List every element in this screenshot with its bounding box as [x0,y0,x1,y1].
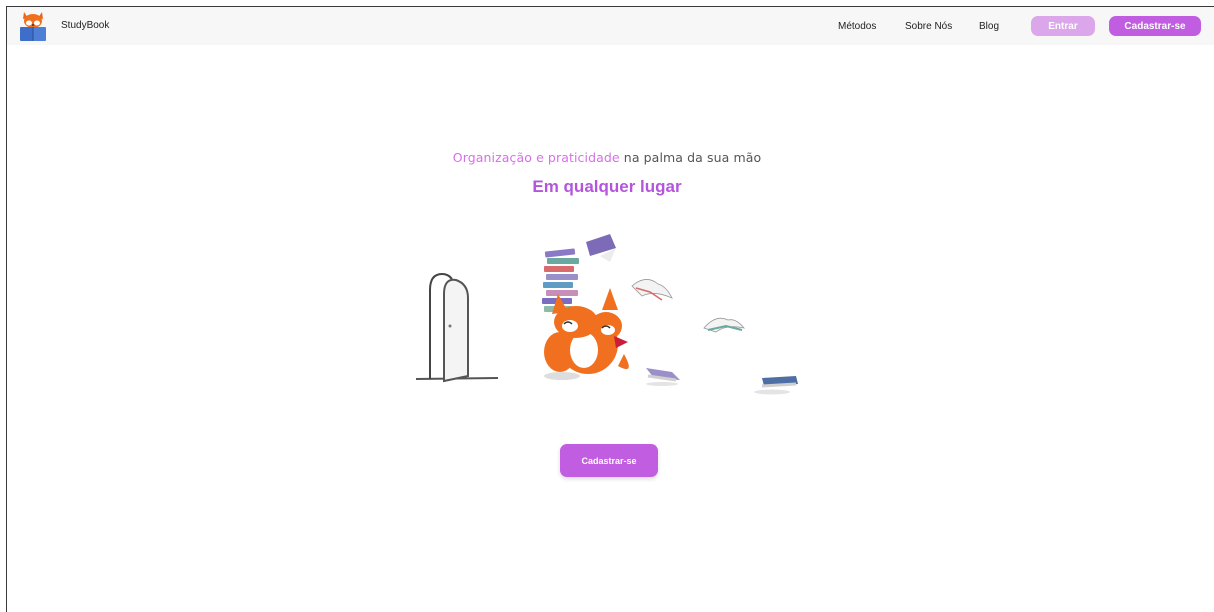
signup-cta-button[interactable]: Cadastrar-se [560,444,658,477]
hero-headline: Em qualquer lugar [532,177,682,196]
flying-book-2-icon [631,279,673,301]
flying-book-5-icon [754,376,798,395]
tagline-rest: na palma da sua mão [619,150,762,165]
flying-book-3-icon [703,317,746,333]
navbar: StudyBook Métodos Sobre Nós Blog Entrar … [7,7,1214,45]
door-icon [415,272,499,383]
signup-button-header[interactable]: Cadastrar-se [1109,16,1201,36]
flying-book-1-icon [586,234,616,262]
hero-tagline: Organização e praticidade na palma da su… [0,150,1214,165]
nav-link-sobre-nos[interactable]: Sobre Nós [905,21,952,32]
fox-mascot-icon [544,288,629,380]
login-button[interactable]: Entrar [1031,16,1095,36]
logo-fox-icon[interactable] [17,9,49,43]
fox-with-books-illustration [415,234,798,395]
tagline-accent: Organização e praticidade [452,150,620,165]
nav-link-metodos[interactable]: Métodos [838,21,876,32]
window-border-left [6,6,7,612]
nav-link-blog[interactable]: Blog [979,21,999,32]
brand-name[interactable]: StudyBook [61,20,109,31]
flying-book-4-icon [646,368,680,386]
